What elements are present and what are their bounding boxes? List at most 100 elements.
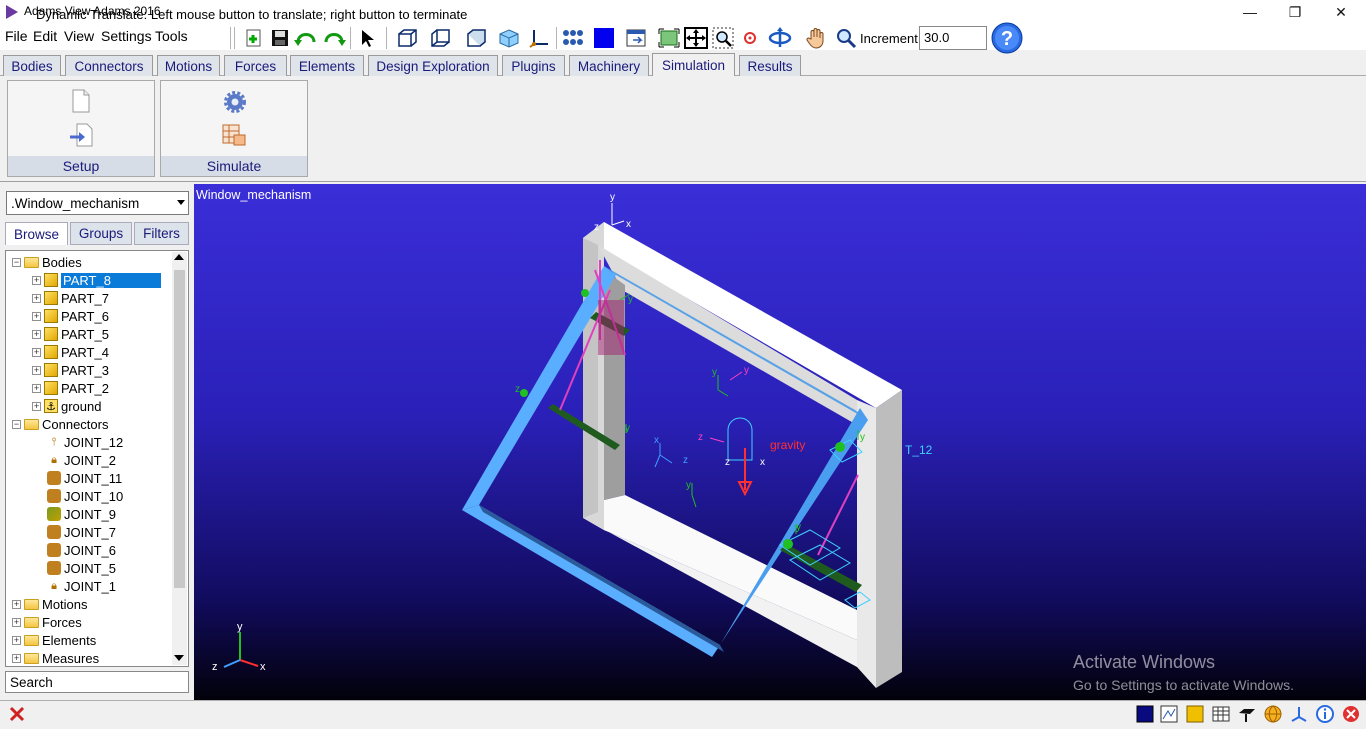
tree-item-part-5[interactable]: + PART_5 <box>32 325 109 343</box>
tab-elements[interactable]: Elements <box>290 55 364 76</box>
tree-folder-motions[interactable]: + Motions <box>12 595 88 613</box>
tab-design-exploration[interactable]: Design Exploration <box>368 55 498 76</box>
tree-item-joint-11[interactable]: JOINT_11 <box>47 469 122 487</box>
expand-icon[interactable]: + <box>32 293 41 303</box>
expand-icon[interactable]: + <box>32 311 41 321</box>
tab-plugins[interactable]: Plugins <box>502 55 565 76</box>
expand-icon[interactable]: + <box>12 635 21 645</box>
tree-item-joint-9[interactable]: JOINT_9 <box>47 505 116 523</box>
plot-icon[interactable] <box>1160 705 1178 723</box>
scroll-down-icon[interactable] <box>174 655 184 661</box>
new-model-icon[interactable] <box>241 26 267 50</box>
tree-folder-forces[interactable]: + Forces <box>12 613 82 631</box>
collapse-icon[interactable]: − <box>12 257 21 267</box>
menu-edit[interactable]: Edit <box>33 28 57 44</box>
zoom-box-icon[interactable] <box>710 26 736 50</box>
scroll-up-icon[interactable] <box>174 254 184 260</box>
simulate-group-label[interactable]: Simulate <box>161 156 307 176</box>
window-toggle-icon[interactable] <box>624 26 650 50</box>
window-frame-part[interactable] <box>583 222 902 688</box>
expand-icon[interactable]: + <box>32 401 41 411</box>
expand-icon[interactable]: + <box>32 383 41 393</box>
translate-icon[interactable] <box>683 26 709 50</box>
gear-icon[interactable] <box>224 91 246 113</box>
expand-icon[interactable]: + <box>32 365 41 375</box>
minimize-button[interactable]: — <box>1227 0 1273 24</box>
tab-filters[interactable]: Filters <box>134 222 189 245</box>
expand-icon[interactable]: + <box>32 275 41 285</box>
zoom-fit-icon[interactable] <box>656 26 682 50</box>
tree-item-part-2[interactable]: + PART_2 <box>32 379 109 397</box>
render-color-icon[interactable] <box>591 26 617 50</box>
expand-icon[interactable]: + <box>32 329 41 339</box>
expand-icon[interactable]: + <box>12 617 21 627</box>
model-selector[interactable]: .Window_mechanism <box>6 191 189 215</box>
tree-item-joint-5[interactable]: JOINT_5 <box>47 559 116 577</box>
stop-icon[interactable] <box>1342 705 1360 723</box>
mechanism-3d-scene[interactable]: gravity T_12 y y x z y z y z y y y y x z x z <box>194 184 1366 700</box>
iso-view-icon[interactable] <box>496 26 522 50</box>
tree-item-joint-7[interactable]: JOINT_7 <box>47 523 116 541</box>
coordinate-system-icon[interactable] <box>1290 705 1308 723</box>
menu-view[interactable]: View <box>64 28 94 44</box>
rotate-icon[interactable] <box>767 26 793 50</box>
tab-machinery[interactable]: Machinery <box>569 55 649 76</box>
redo-icon[interactable] <box>321 26 347 50</box>
model-tree[interactable]: − Bodies + PART_8 + PART_7 + PART_6 + PART_5 … <box>5 250 189 667</box>
tab-simulation[interactable]: Simulation <box>652 53 735 77</box>
tree-item-joint-12[interactable]: ⫯ JOINT_12 <box>47 433 124 451</box>
menu-settings[interactable]: Settings <box>101 28 152 44</box>
menu-file[interactable]: File <box>5 28 28 44</box>
collapse-icon[interactable]: − <box>12 419 21 429</box>
globe-icon[interactable] <box>1264 705 1282 723</box>
save-icon[interactable] <box>267 26 293 50</box>
info-icon[interactable] <box>1316 705 1334 723</box>
top-view-icon[interactable] <box>463 26 489 50</box>
import-simulation-icon[interactable] <box>69 123 93 147</box>
expand-icon[interactable]: + <box>12 653 21 663</box>
tree-item-part-3[interactable]: + PART_3 <box>32 361 109 379</box>
render-mode-icon[interactable] <box>1186 705 1204 723</box>
table-editor-icon[interactable] <box>1212 705 1230 723</box>
tree-item-ground[interactable]: + ⚓ ground <box>32 397 101 415</box>
tab-bodies[interactable]: Bodies <box>3 55 61 76</box>
maximize-button[interactable]: ❐ <box>1272 0 1318 24</box>
script-icon[interactable] <box>1238 705 1256 723</box>
center-icon[interactable] <box>737 26 763 50</box>
front-view-icon[interactable] <box>394 26 420 50</box>
new-simulation-icon[interactable] <box>71 89 91 113</box>
increment-input[interactable]: 30.0 <box>919 26 987 50</box>
pan-hand-icon[interactable] <box>803 26 829 50</box>
tree-scrollbar[interactable] <box>172 252 187 665</box>
tree-item-part-4[interactable]: + PART_4 <box>32 343 109 361</box>
tree-folder-elements[interactable]: + Elements <box>12 631 96 649</box>
graphics-viewport[interactable]: Window_mechanism gravity T_12 y y x z y … <box>194 184 1366 700</box>
expand-icon[interactable]: + <box>12 599 21 609</box>
background-color-icon[interactable] <box>1136 705 1154 723</box>
undo-icon[interactable] <box>293 26 319 50</box>
tree-folder-measures[interactable]: + Measures <box>12 649 99 666</box>
tree-item-part-7[interactable]: + PART_7 <box>32 289 109 307</box>
select-arrow-icon[interactable] <box>355 26 381 50</box>
tree-item-joint-10[interactable]: JOINT_10 <box>47 487 123 505</box>
tree-item-part-8[interactable]: + PART_8 <box>32 271 161 289</box>
tree-item-joint-1[interactable]: 🔒︎ JOINT_1 <box>47 577 116 595</box>
menu-tools[interactable]: Tools <box>155 28 188 44</box>
tab-forces[interactable]: Forces <box>224 55 287 76</box>
side-view-icon[interactable] <box>428 26 454 50</box>
tree-item-joint-2[interactable]: 🔒︎ JOINT_2 <box>47 451 116 469</box>
close-button[interactable]: ✕ <box>1318 0 1364 24</box>
tab-groups[interactable]: Groups <box>70 222 132 245</box>
simulation-table-icon[interactable] <box>221 123 247 147</box>
multi-select-icon[interactable] <box>560 26 586 50</box>
help-icon[interactable]: ? <box>991 22 1023 54</box>
search-input[interactable]: Search <box>5 671 189 693</box>
expand-icon[interactable]: + <box>32 347 41 357</box>
scroll-thumb[interactable] <box>174 270 185 588</box>
tab-motions[interactable]: Motions <box>157 55 220 76</box>
tab-results[interactable]: Results <box>739 55 801 76</box>
tab-connectors[interactable]: Connectors <box>65 55 153 76</box>
zoom-icon[interactable] <box>833 26 859 50</box>
tree-folder-bodies[interactable]: − Bodies <box>12 253 82 271</box>
setup-group-label[interactable]: Setup <box>8 156 154 176</box>
